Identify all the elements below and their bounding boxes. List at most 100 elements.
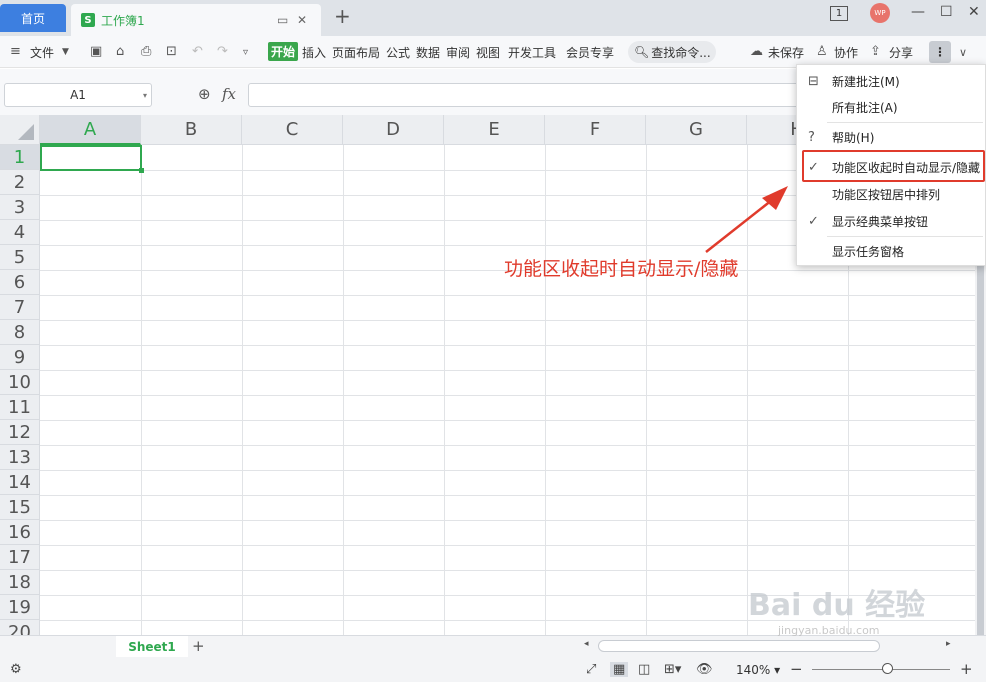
row-header-5[interactable]: 5 (0, 245, 40, 270)
menu-item-all-comments[interactable]: 所有批注(A) (797, 95, 986, 119)
select-all-corner[interactable] (0, 115, 40, 145)
column-header-e[interactable]: E (444, 115, 545, 145)
column-header-d[interactable]: D (343, 115, 444, 145)
menu-item-classic-menu-button[interactable]: ✓ 显示经典菜单按钮 (797, 209, 986, 233)
row-header-14[interactable]: 14 (0, 470, 40, 495)
macro-icon[interactable]: ⚙ (10, 662, 22, 677)
grid-line (343, 145, 344, 635)
zoom-slider[interactable] (812, 669, 950, 670)
row-header-18[interactable]: 18 (0, 570, 40, 595)
row-header-8[interactable]: 8 (0, 320, 40, 345)
avatar[interactable]: WP (870, 3, 890, 23)
column-header-a[interactable]: A (40, 115, 141, 145)
zoom-out-icon[interactable]: − (790, 660, 803, 678)
collapse-ribbon-icon[interactable]: ∨ (959, 46, 967, 59)
menu-item-center-ribbon-buttons[interactable]: 功能区按钮居中排列 (797, 182, 986, 206)
add-sheet-icon[interactable]: + (192, 637, 205, 655)
row-header-10[interactable]: 10 (0, 370, 40, 395)
command-search[interactable]: 🔍︎ 查找命令... (628, 41, 716, 63)
annotation-highlight-box (802, 150, 985, 182)
menu-item-help[interactable]: ? 帮助(H) (797, 125, 986, 149)
undo-icon[interactable]: ↶ (192, 44, 203, 59)
minimize-icon[interactable]: — (911, 4, 925, 20)
row-header-6[interactable]: 6 (0, 270, 40, 295)
name-box-dropdown-icon[interactable]: ▾ (143, 91, 147, 100)
unsaved-status[interactable]: 未保存 (768, 44, 804, 61)
menu-page-layout[interactable]: 页面布局 (332, 44, 380, 61)
row-header-7[interactable]: 7 (0, 295, 40, 320)
horizontal-scroll-thumb[interactable] (598, 640, 880, 652)
zoom-slider-knob[interactable] (882, 663, 893, 674)
share-button[interactable]: 分享 (889, 44, 913, 61)
scroll-left-icon[interactable]: ◂ (584, 639, 589, 649)
more-options-button[interactable]: ⋮ (929, 41, 951, 63)
row-header-17[interactable]: 17 (0, 545, 40, 570)
selected-cell-a1[interactable] (40, 145, 144, 173)
collab-button[interactable]: 协作 (834, 44, 858, 61)
redo-icon[interactable]: ↷ (217, 44, 228, 59)
row-header-13[interactable]: 13 (0, 445, 40, 470)
menu-start[interactable]: 开始 (268, 42, 299, 61)
close-tab-icon[interactable]: ✕ (297, 13, 307, 27)
quick-access-dropdown-icon[interactable]: ▿ (243, 47, 248, 58)
row-header-9[interactable]: 9 (0, 345, 40, 370)
zoom-search-icon[interactable]: ⊕ (198, 85, 211, 103)
menu-item-task-pane[interactable]: 显示任务窗格 (797, 239, 986, 263)
menu-file[interactable]: 文件 (30, 44, 54, 61)
menu-member[interactable]: 会员专享 (566, 44, 614, 61)
page-layout-view-icon[interactable]: ◫ (638, 662, 650, 677)
row-header-12[interactable]: 12 (0, 420, 40, 445)
row-header-11[interactable]: 11 (0, 395, 40, 420)
menu-item-new-comment[interactable]: ⊟ 新建批注(M) (797, 69, 986, 93)
column-header-b[interactable]: B (141, 115, 242, 145)
menu-review[interactable]: 审阅 (446, 44, 470, 61)
menu-formulas[interactable]: 公式 (386, 44, 410, 61)
menu-view[interactable]: 视图 (476, 44, 500, 61)
print-icon[interactable]: ⎙ (141, 44, 151, 59)
formula-input[interactable] (248, 83, 808, 107)
row-header-19[interactable]: 19 (0, 595, 40, 620)
row-header-20[interactable]: 20 (0, 620, 40, 635)
row-header-15[interactable]: 15 (0, 495, 40, 520)
eye-protection-icon[interactable]: 👁︎ (696, 662, 713, 677)
row-header-1[interactable]: 1 (0, 145, 40, 170)
page-break-view-icon[interactable]: ⊞▾ (664, 662, 681, 677)
menu-divider (827, 236, 983, 237)
maximize-icon[interactable]: ☐ (940, 4, 953, 20)
grid-line (141, 145, 142, 635)
add-tab-icon[interactable]: + (334, 4, 351, 28)
tab-home[interactable]: 首页 (0, 4, 66, 32)
format-painter-icon[interactable]: ⌂ (116, 44, 124, 59)
menu-data[interactable]: 数据 (416, 44, 440, 61)
grid-line (40, 445, 975, 446)
row-header-16[interactable]: 16 (0, 520, 40, 545)
tab-workbook-title: 工作簿1 (101, 13, 145, 28)
menu-insert[interactable]: 插入 (302, 44, 326, 61)
normal-view-icon[interactable]: ▦ (610, 662, 629, 677)
row-header-3[interactable]: 3 (0, 195, 40, 220)
status-bar: ⚙ ⤢ ▦ ◫ ⊞▾ 👁︎ 140% ▾ − + (0, 657, 986, 682)
window-count-badge[interactable]: 1 (830, 6, 848, 21)
sheet-tab-sheet1[interactable]: Sheet1 (116, 636, 188, 657)
row-header-2[interactable]: 2 (0, 170, 40, 195)
zoom-in-icon[interactable]: + (960, 660, 973, 678)
fx-icon[interactable]: fx (222, 85, 236, 103)
help-icon: ? (808, 129, 815, 145)
hamburger-icon[interactable]: ≡ (10, 44, 21, 59)
column-header-c[interactable]: C (242, 115, 343, 145)
fullscreen-icon[interactable]: ⤢ (586, 662, 596, 677)
column-header-f[interactable]: F (545, 115, 646, 145)
print-preview-icon[interactable]: ⊡ (166, 44, 177, 59)
zoom-level[interactable]: 140% ▾ (736, 663, 780, 677)
column-header-g[interactable]: G (646, 115, 747, 145)
chevron-down-icon[interactable]: ▼ (62, 47, 69, 57)
pin-icon[interactable]: ▭ (277, 13, 288, 27)
save-icon[interactable]: ▣ (90, 44, 102, 59)
close-window-icon[interactable]: ✕ (968, 4, 980, 20)
menu-developer[interactable]: 开发工具 (508, 44, 556, 61)
grid-line (444, 145, 445, 635)
tab-workbook[interactable]: S 工作簿1 ▭ ✕ (71, 4, 321, 36)
name-box[interactable]: A1 ▾ (4, 83, 152, 107)
row-header-4[interactable]: 4 (0, 220, 40, 245)
scroll-right-icon[interactable]: ▸ (946, 639, 951, 649)
